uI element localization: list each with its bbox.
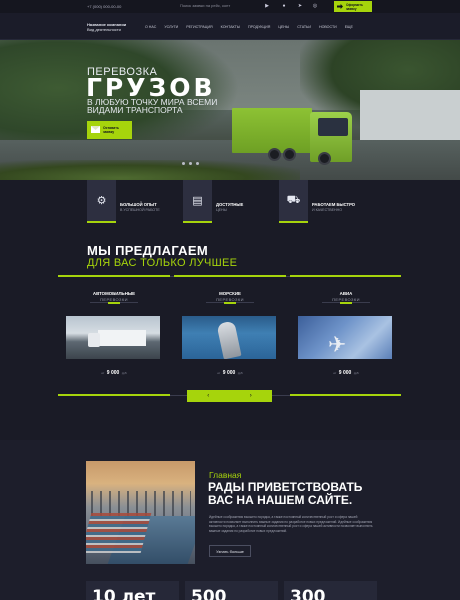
price-unit: руб <box>121 371 127 375</box>
menu-item-about[interactable]: О нас <box>145 25 156 29</box>
truck-icon: ⛟ <box>286 193 301 206</box>
card-divider <box>90 301 138 304</box>
hero-dot[interactable] <box>182 162 185 165</box>
hero-dot[interactable] <box>189 162 192 165</box>
hero-grass <box>0 160 300 180</box>
feature-title: Большой опыт <box>120 202 157 207</box>
stat-card: 300 <box>284 581 377 600</box>
card-title: Морские <box>219 291 241 296</box>
price-value: 9 000 <box>106 370 120 376</box>
hero-building <box>360 90 460 140</box>
brand[interactable]: Название компании Вид деятельности <box>87 22 126 32</box>
feature-subtitle: и качественно <box>312 208 343 212</box>
youtube-icon[interactable]: ▶ <box>264 3 270 9</box>
whatsapp-icon[interactable]: ◎ <box>312 3 318 9</box>
learn-more-button[interactable]: Узнать больше <box>209 545 251 557</box>
envelope-icon <box>91 126 100 133</box>
service-card-sea[interactable]: Морские перевозки от 9 000 руб <box>174 278 286 386</box>
feature-subtitle: в успешной работе <box>120 208 160 212</box>
card-title: Авиа <box>339 291 353 296</box>
price-prefix: от <box>333 371 337 375</box>
vk-icon[interactable]: ● <box>281 3 287 9</box>
menu-item-more[interactable]: Еще <box>345 25 353 29</box>
truck-image[interactable] <box>66 316 160 359</box>
offer-divider <box>58 275 401 277</box>
plane-image[interactable]: ✈ <box>298 316 392 359</box>
stat-value: 10 лет <box>92 587 156 600</box>
request-button-top[interactable]: Оформить заявку <box>334 1 372 12</box>
menu: О нас Услуги Регистрация Контакты Продук… <box>145 25 353 29</box>
truck-trailer <box>232 108 312 153</box>
slider-next-button[interactable]: › <box>250 393 252 399</box>
service-card-auto[interactable]: Автомобильные перевозки от 9 000 руб <box>58 278 170 386</box>
menu-item-prices[interactable]: Цены <box>278 25 289 29</box>
card-price: от 9 000 руб <box>290 370 402 376</box>
port-image <box>86 461 195 564</box>
truck-trailer-image <box>98 330 146 346</box>
airplane-icon: ✈ <box>328 332 347 357</box>
service-card-air[interactable]: Авиа перевозки ✈ от 9 000 руб <box>290 278 402 386</box>
card-title: Автомобильные <box>92 291 136 296</box>
welcome-section: Главная РАДЫ ПРИВЕТСТВОВАТЬ ВАС НА НАШЕМ… <box>0 440 460 600</box>
price-value: 9 000 <box>222 370 236 376</box>
welcome-title: РАДЫ ПРИВЕТСТВОВАТЬ ВАС НА НАШЕМ САЙТЕ. <box>208 480 363 507</box>
hero-subtitle: В ЛЮБУЮ ТОЧКУ МИРА ВСЕМИ ВИДАМИ ТРАНСПОР… <box>87 97 218 115</box>
card-divider <box>206 301 254 304</box>
cta-line2: заявку <box>346 6 357 11</box>
card-divider <box>322 301 370 304</box>
top-bar: +7 (000) 000-00-00 Поиск заявки на рейс,… <box>0 0 460 13</box>
menu-item-articles[interactable]: Статьи <box>297 25 311 29</box>
feature-speed: ⛟ Работаем быстро и качественно <box>279 180 379 224</box>
welcome-label: Главная <box>209 470 242 480</box>
stat-value: 300 <box>290 587 326 600</box>
features-strip: ⚙ Большой опыт в успешной работе ▤ Досту… <box>0 180 460 228</box>
main-navigation: Название компании Вид деятельности О нас… <box>0 13 460 40</box>
truck-wheel <box>318 152 331 165</box>
stat-card: 10 лет <box>86 581 179 600</box>
menu-item-contacts[interactable]: Контакты <box>221 25 240 29</box>
truck-cab-image <box>88 333 100 347</box>
price-unit: руб <box>353 371 359 375</box>
welcome-text: Идейные соображения высшего порядка, а т… <box>209 515 373 533</box>
hero-button-line2: заявку <box>103 130 115 134</box>
price-prefix: от <box>101 371 105 375</box>
phone-number[interactable]: +7 (000) 000-00-00 <box>87 4 121 9</box>
telegram-icon[interactable]: ➤ <box>297 3 303 9</box>
boxes-icon: ▤ <box>192 195 203 207</box>
menu-item-news[interactable]: Новости <box>319 25 337 29</box>
ship-hull <box>216 320 242 359</box>
port-containers <box>86 513 152 553</box>
brand-subtitle: Вид деятельности <box>87 27 121 32</box>
offer-title: МЫ ПРЕДЛАГАЕМ <box>87 243 208 258</box>
hero-banner: ПЕРЕВОЗКА ГРУЗОВ В ЛЮБУЮ ТОЧКУ МИРА ВСЕМ… <box>0 40 460 180</box>
feature-title: Доступные <box>216 202 244 207</box>
menu-item-registration[interactable]: Регистрация <box>186 25 212 29</box>
card-price: от 9 000 руб <box>174 370 286 376</box>
request-button-hero[interactable]: Оставить заявку <box>87 121 132 139</box>
slider-prev-button[interactable]: ‹ <box>207 393 209 399</box>
stat-card: 500 <box>185 581 278 600</box>
hero-dot[interactable] <box>196 162 199 165</box>
feature-prices: ▤ Доступные цены <box>183 180 283 224</box>
menu-item-products[interactable]: Продукция <box>248 25 270 29</box>
slider-nav: ‹ › <box>187 390 272 402</box>
price-prefix: от <box>217 371 221 375</box>
price-value: 9 000 <box>338 370 352 376</box>
truck-windshield <box>318 118 348 136</box>
card-price: от 9 000 руб <box>58 370 170 376</box>
hero-pagination <box>182 162 199 165</box>
offer-subtitle: ДЛЯ ВАС ТОЛЬКО ЛУЧШЕЕ <box>87 257 238 269</box>
arrow-icon <box>337 4 343 9</box>
feature-title: Работаем быстро <box>312 202 356 207</box>
gear-icon: ⚙ <box>96 195 107 207</box>
ship-image[interactable] <box>182 316 276 359</box>
price-unit: руб <box>237 371 243 375</box>
feature-experience: ⚙ Большой опыт в успешной работе <box>87 180 187 224</box>
feature-subtitle: цены <box>216 208 227 212</box>
search-input[interactable]: Поиск заявки на рейс, конт <box>180 3 262 10</box>
stat-value: 500 <box>191 587 227 600</box>
stats-row: 10 лет 500 300 <box>86 581 377 600</box>
menu-item-services[interactable]: Услуги <box>164 25 178 29</box>
